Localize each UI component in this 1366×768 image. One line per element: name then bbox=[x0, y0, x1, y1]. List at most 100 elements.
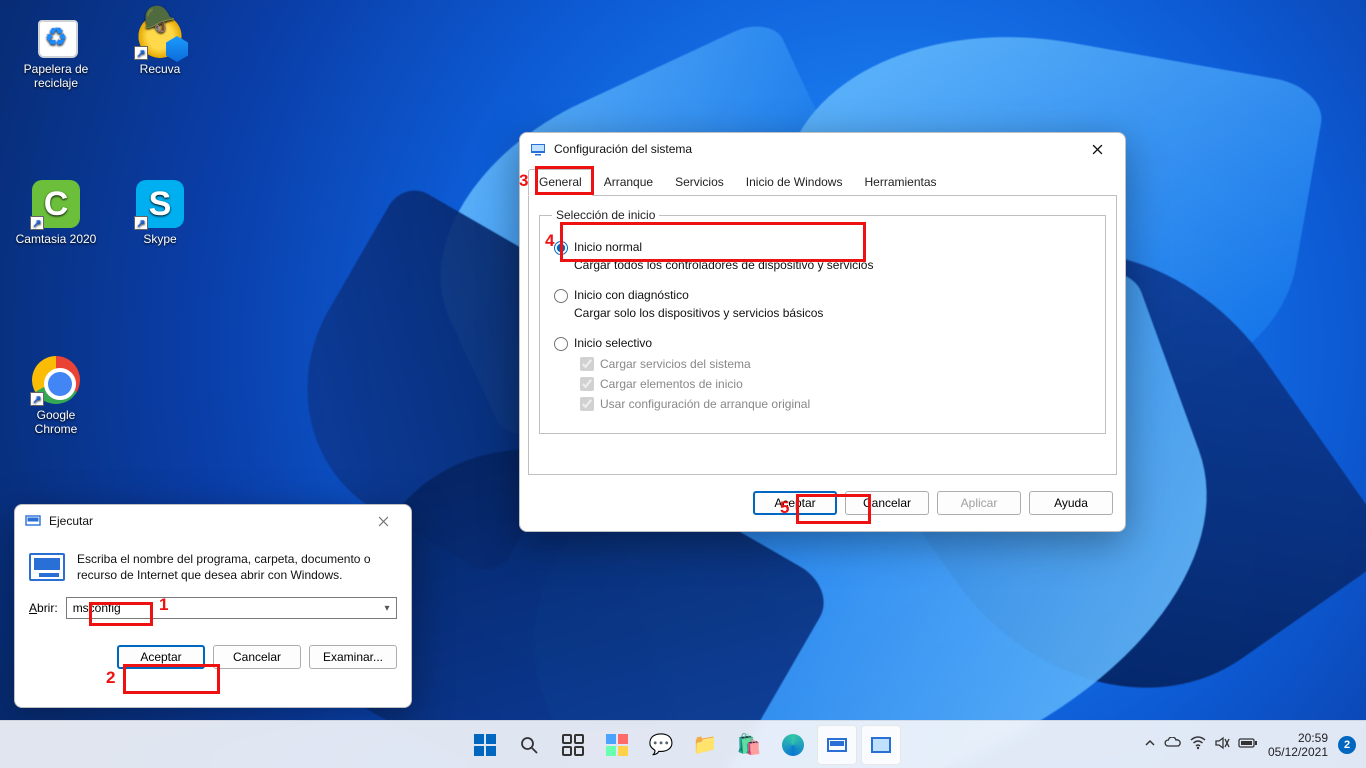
checkbox-input bbox=[580, 377, 594, 391]
desktop[interactable]: Papelera de reciclaje ↗ Recuva C↗ Camtas… bbox=[0, 0, 1366, 768]
desktop-icon-label: Papelera de reciclaje bbox=[14, 62, 98, 90]
clock-time: 20:59 bbox=[1268, 731, 1328, 745]
system-tray[interactable]: 20:59 05/12/2021 2 bbox=[1144, 731, 1356, 759]
run-window-icon bbox=[25, 513, 41, 529]
notification-badge[interactable]: 2 bbox=[1338, 736, 1356, 754]
chk-load-startup-items: Cargar elementos de inicio bbox=[580, 377, 1093, 391]
checkbox-label: Cargar elementos de inicio bbox=[600, 377, 743, 391]
checkbox-input bbox=[580, 357, 594, 371]
recycle-bin-icon bbox=[32, 10, 80, 58]
desktop-icon-skype[interactable]: S↗ Skype bbox=[118, 180, 202, 246]
search-button[interactable] bbox=[509, 725, 549, 765]
cancel-button[interactable]: Cancelar bbox=[845, 491, 929, 515]
radio-desc: Cargar solo los dispositivos y servicios… bbox=[574, 306, 823, 320]
open-input[interactable] bbox=[67, 598, 378, 618]
windows-logo-icon bbox=[474, 734, 496, 756]
tab-general[interactable]: General bbox=[528, 169, 593, 196]
shortcut-badge-icon: ↗ bbox=[134, 46, 148, 60]
edge-icon bbox=[782, 734, 804, 756]
taskbar-app-edge[interactable] bbox=[773, 725, 813, 765]
apply-button: Aplicar bbox=[937, 491, 1021, 515]
desktop-icon-recycle-bin[interactable]: Papelera de reciclaje bbox=[14, 10, 98, 90]
skype-icon: S↗ bbox=[136, 180, 184, 228]
radio-label: Inicio con diagnóstico bbox=[574, 288, 823, 302]
tab-tools[interactable]: Herramientas bbox=[853, 169, 947, 196]
close-button[interactable] bbox=[361, 506, 405, 536]
radio-selective-startup[interactable]: Inicio selectivo bbox=[552, 336, 1093, 351]
radio-label: Inicio normal bbox=[574, 240, 873, 254]
widgets-icon bbox=[606, 734, 628, 756]
msconfig-button-row: Aceptar Cancelar Aplicar Ayuda bbox=[520, 483, 1125, 527]
shortcut-badge-icon: ↗ bbox=[30, 216, 44, 230]
checkbox-label: Cargar servicios del sistema bbox=[600, 357, 751, 371]
task-view-icon bbox=[562, 734, 584, 756]
desktop-icon-chrome[interactable]: ↗ Google Chrome bbox=[14, 356, 98, 436]
ok-button[interactable]: Aceptar bbox=[753, 491, 837, 515]
tab-startup[interactable]: Inicio de Windows bbox=[735, 169, 854, 196]
tab-boot[interactable]: Arranque bbox=[593, 169, 664, 196]
help-button[interactable]: Ayuda bbox=[1029, 491, 1113, 515]
chrome-icon: ↗ bbox=[32, 356, 80, 404]
msconfig-titlebar[interactable]: Configuración del sistema bbox=[520, 133, 1125, 165]
ok-button[interactable]: Aceptar bbox=[117, 645, 205, 669]
open-combobox[interactable]: ▾ bbox=[66, 597, 397, 619]
search-icon bbox=[519, 735, 539, 755]
taskbar-app-store[interactable]: 🛍️ bbox=[729, 725, 769, 765]
tab-services[interactable]: Servicios bbox=[664, 169, 735, 196]
cancel-button[interactable]: Cancelar bbox=[213, 645, 301, 669]
taskbar-app-msconfig[interactable] bbox=[861, 725, 901, 765]
taskbar[interactable]: 💬 📁 🛍️ 20:59 05/12/2021 2 bbox=[0, 720, 1366, 768]
msconfig-tabs: General Arranque Servicios Inicio de Win… bbox=[520, 169, 1125, 196]
taskbar-app-run[interactable] bbox=[817, 725, 857, 765]
recuva-icon: ↗ bbox=[136, 10, 184, 58]
desktop-icon-recuva[interactable]: ↗ Recuva bbox=[118, 10, 202, 76]
battery-icon[interactable] bbox=[1238, 737, 1258, 752]
desktop-icon-camtasia[interactable]: C↗ Camtasia 2020 bbox=[14, 180, 98, 246]
clock-date: 05/12/2021 bbox=[1268, 745, 1328, 759]
open-label: Abrir: bbox=[29, 601, 58, 615]
desktop-icon-label: Google Chrome bbox=[14, 408, 98, 436]
run-icon bbox=[827, 738, 847, 752]
close-icon bbox=[1092, 144, 1103, 155]
camtasia-icon: C↗ bbox=[32, 180, 80, 228]
clock[interactable]: 20:59 05/12/2021 bbox=[1268, 731, 1328, 759]
group-legend: Selección de inicio bbox=[552, 208, 659, 222]
store-icon: 🛍️ bbox=[737, 732, 762, 757]
task-view-button[interactable] bbox=[553, 725, 593, 765]
taskbar-app-chat[interactable]: 💬 bbox=[641, 725, 681, 765]
radio-normal-startup[interactable]: Inicio normal Cargar todos los controlad… bbox=[552, 240, 1093, 272]
volume-icon[interactable] bbox=[1214, 736, 1230, 753]
wifi-icon[interactable] bbox=[1190, 736, 1206, 753]
shortcut-badge-icon: ↗ bbox=[134, 216, 148, 230]
radio-selective-input[interactable] bbox=[554, 337, 568, 351]
chk-load-system-services: Cargar servicios del sistema bbox=[580, 357, 1093, 371]
run-titlebar[interactable]: Ejecutar bbox=[15, 505, 411, 537]
folder-icon: 📁 bbox=[693, 732, 718, 757]
monitor-icon bbox=[871, 737, 891, 753]
browse-button[interactable]: Examinar... bbox=[309, 645, 397, 669]
chevron-down-icon[interactable]: ▾ bbox=[378, 603, 396, 614]
taskbar-app-explorer[interactable]: 📁 bbox=[685, 725, 725, 765]
desktop-icon-label: Recuva bbox=[118, 62, 202, 76]
radio-diagnostic-input[interactable] bbox=[554, 289, 568, 303]
msconfig-icon bbox=[530, 141, 546, 157]
radio-desc: Cargar todos los controladores de dispos… bbox=[574, 258, 873, 272]
tray-chevron-icon[interactable] bbox=[1144, 737, 1156, 752]
widgets-button[interactable] bbox=[597, 725, 637, 765]
run-dialog[interactable]: Ejecutar Escriba el nombre del programa,… bbox=[14, 504, 412, 708]
radio-diagnostic-startup[interactable]: Inicio con diagnóstico Cargar solo los d… bbox=[552, 288, 1093, 320]
close-button[interactable] bbox=[1075, 134, 1119, 164]
radio-normal-input[interactable] bbox=[554, 241, 568, 255]
msconfig-window[interactable]: Configuración del sistema General Arranq… bbox=[519, 132, 1126, 532]
chat-icon: 💬 bbox=[649, 732, 674, 757]
onedrive-icon[interactable] bbox=[1164, 737, 1182, 752]
shortcut-badge-icon: ↗ bbox=[30, 392, 44, 406]
close-icon bbox=[378, 516, 389, 527]
radio-label: Inicio selectivo bbox=[574, 336, 652, 350]
checkbox-label: Usar configuración de arranque original bbox=[600, 397, 810, 411]
desktop-icon-label: Camtasia 2020 bbox=[14, 232, 98, 246]
startup-selection-group: Selección de inicio Inicio normal Cargar… bbox=[539, 208, 1106, 434]
run-title: Ejecutar bbox=[49, 514, 361, 528]
start-button[interactable] bbox=[465, 725, 505, 765]
tab-page-general: Selección de inicio Inicio normal Cargar… bbox=[528, 195, 1117, 475]
